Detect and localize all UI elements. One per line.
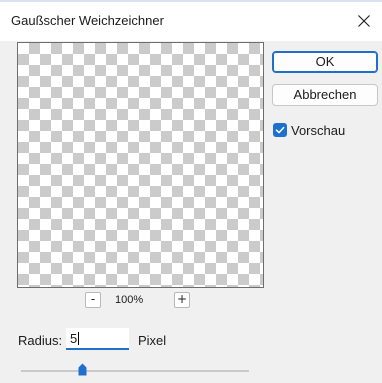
preview-toggle[interactable]: Vorschau bbox=[273, 122, 345, 138]
text-caret bbox=[78, 332, 80, 345]
zoom-in-button[interactable]: + bbox=[174, 292, 190, 308]
close-icon bbox=[358, 15, 370, 27]
checkmark-icon bbox=[275, 126, 285, 134]
radius-slider[interactable] bbox=[21, 362, 249, 380]
title-bar-accent bbox=[0, 0, 382, 2]
zoom-controls: - 100% + bbox=[0, 290, 280, 310]
slider-thumb-icon[interactable] bbox=[78, 363, 87, 376]
preview-checkbox-label: Vorschau bbox=[291, 122, 346, 138]
title-bar: Gaußscher Weichzeichner bbox=[0, 0, 382, 41]
radius-input[interactable]: 5 bbox=[66, 328, 129, 350]
close-button[interactable] bbox=[346, 3, 382, 39]
slider-track[interactable] bbox=[21, 370, 249, 372]
radius-value: 5 bbox=[70, 331, 78, 346]
zoom-level: 100% bbox=[115, 294, 144, 306]
preview-canvas[interactable] bbox=[17, 42, 264, 288]
preview-checkbox[interactable] bbox=[273, 123, 287, 137]
radius-label: Radius: bbox=[18, 333, 63, 348]
ok-button[interactable]: OK bbox=[272, 51, 378, 73]
radius-unit-label: Pixel bbox=[138, 333, 167, 348]
dialog-title: Gaußscher Weichzeichner bbox=[11, 13, 164, 28]
gaussian-blur-dialog: Gaußscher Weichzeichner - 100% + OK Abbr… bbox=[0, 0, 382, 383]
cancel-button[interactable]: Abbrechen bbox=[272, 84, 378, 106]
zoom-out-button[interactable]: - bbox=[85, 292, 101, 308]
